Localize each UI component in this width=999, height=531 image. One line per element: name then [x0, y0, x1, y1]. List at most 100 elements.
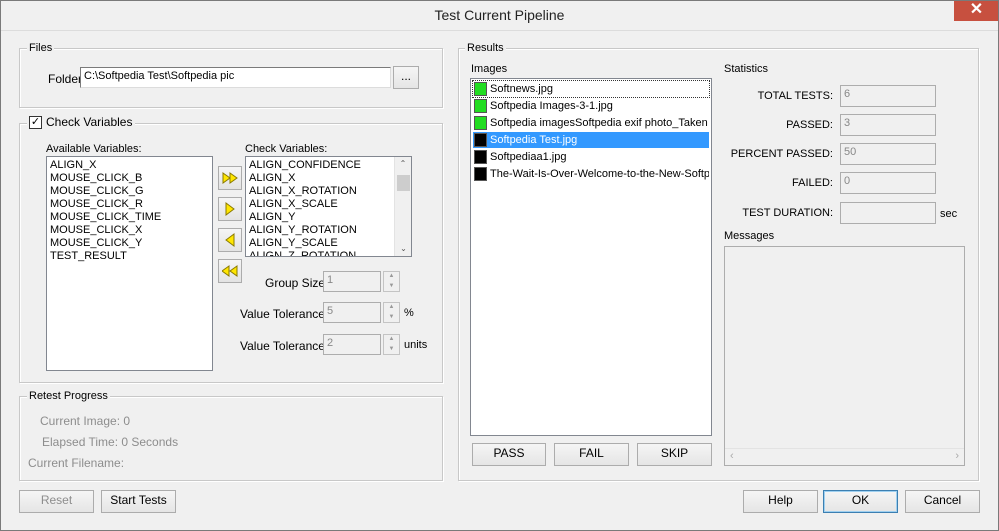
image-list-item[interactable]: Softnews.jpg [472, 80, 710, 98]
messages-hscrollbar[interactable]: ‹ › [725, 448, 964, 465]
start-tests-button[interactable]: Start Tests [101, 490, 176, 513]
scroll-left-arrow-icon[interactable]: ‹ [730, 450, 734, 462]
fail-button[interactable]: FAIL [554, 443, 629, 466]
tolerance-units-spinner[interactable]: ▲ ▼ [383, 334, 400, 355]
check-variable-item[interactable]: ALIGN_X [246, 172, 394, 185]
elapsed-time-status: Elapsed Time: 0 Seconds [42, 435, 179, 449]
check-variable-item[interactable]: ALIGN_Z_ROTATION [246, 250, 394, 256]
image-name: Softpedia Images-3-1.jpg [490, 100, 613, 112]
images-label: Images [471, 63, 508, 75]
title-bar: Test Current Pipeline ✕ [0, 0, 999, 31]
total-tests-label: TOTAL TESTS: [757, 90, 833, 102]
failed-label: FAILED: [792, 177, 833, 189]
reset-button[interactable]: Reset [19, 490, 94, 513]
image-list-item[interactable]: The-Wait-Is-Over-Welcome-to-the-New-Soft… [473, 166, 709, 182]
available-variable-item[interactable]: MOUSE_CLICK_X [47, 224, 212, 237]
status-swatch-icon [474, 99, 487, 113]
image-name: The-Wait-Is-Over-Welcome-to-the-New-Soft… [490, 168, 709, 180]
percent-passed-label: PERCENT PASSED: [730, 148, 833, 160]
check-variables-list[interactable]: ALIGN_CONFIDENCE ALIGN_X ALIGN_X_ROTATION A… [245, 156, 412, 257]
image-name: Softpedia imagesSoftpedia exif photo_Tak… [490, 117, 709, 129]
close-button[interactable]: ✕ [954, 0, 999, 21]
skip-button[interactable]: SKIP [637, 443, 712, 466]
group-size-input[interactable]: 1 [323, 271, 381, 292]
available-variable-item[interactable]: TEST_RESULT [47, 250, 212, 263]
passed-label: PASSED: [786, 119, 833, 131]
check-variables-list-label: Check Variables: [245, 143, 328, 155]
check-variable-item[interactable]: ALIGN_Y_ROTATION [246, 224, 394, 237]
ok-button[interactable]: OK [823, 490, 898, 513]
group-size-spinner[interactable]: ▲ ▼ [383, 271, 400, 292]
scroll-down-arrow-icon[interactable]: ⌄ [395, 242, 411, 256]
image-list-item[interactable]: Softpedia Images-3-1.jpg [473, 98, 709, 114]
check-variable-item[interactable]: ALIGN_Y_SCALE [246, 237, 394, 250]
image-list-item[interactable]: Softpedia Test.jpg [473, 132, 709, 148]
help-button[interactable]: Help [743, 490, 818, 513]
group-size-label: Group Size [265, 276, 326, 290]
check-variable-item[interactable]: ALIGN_CONFIDENCE [246, 159, 394, 172]
folder-input-value: C:\Softpedia Test\Softpedia pic [84, 70, 235, 82]
remove-selected-button[interactable] [218, 228, 242, 252]
available-variables-label: Available Variables: [46, 143, 142, 155]
available-variable-item[interactable]: ALIGN_X [47, 159, 212, 172]
check-variable-item[interactable]: ALIGN_X_SCALE [246, 198, 394, 211]
scroll-right-arrow-icon[interactable]: › [955, 450, 959, 462]
status-swatch-icon [474, 150, 487, 164]
failed-value: 0 [840, 172, 936, 194]
total-tests-value: 6 [840, 85, 936, 107]
remove-all-button[interactable] [218, 259, 242, 283]
tolerance-units-input[interactable]: 2 [323, 334, 381, 355]
image-name: Softnews.jpg [490, 83, 553, 95]
browse-folder-button[interactable]: ... [393, 66, 419, 89]
pass-button[interactable]: PASS [472, 443, 546, 466]
tolerance-percent-unit: % [404, 307, 414, 319]
image-list-item[interactable]: Softpedia imagesSoftpedia exif photo_Tak… [473, 115, 709, 131]
check-variable-item[interactable]: ALIGN_Y [246, 211, 394, 224]
percent-passed-value: 50 [840, 143, 936, 165]
available-variable-item[interactable]: MOUSE_CLICK_Y [47, 237, 212, 250]
image-list-item[interactable]: Softpediaa1.jpg [473, 149, 709, 165]
left-arrow-icon [225, 233, 235, 247]
folder-label: Folder [48, 72, 83, 86]
status-swatch-icon [474, 116, 487, 130]
cancel-button[interactable]: Cancel [905, 490, 980, 513]
image-name: Softpediaa1.jpg [490, 151, 567, 163]
available-variable-item[interactable]: MOUSE_CLICK_G [47, 185, 212, 198]
right-arrow-icon [225, 202, 235, 216]
scroll-thumb[interactable] [397, 175, 410, 191]
tolerance-percent-label: Value Tolerance [240, 307, 325, 321]
retest-progress-label: Retest Progress [27, 390, 110, 403]
test-duration-label: TEST DURATION: [742, 207, 833, 219]
messages-box[interactable]: ‹ › [724, 246, 965, 466]
available-variable-item[interactable]: MOUSE_CLICK_TIME [47, 211, 212, 224]
add-selected-button[interactable] [218, 197, 242, 221]
available-variables-list[interactable]: ALIGN_X MOUSE_CLICK_B MOUSE_CLICK_G MOUSE_C… [46, 156, 213, 371]
statistics-label: Statistics [724, 63, 769, 75]
folder-input[interactable]: C:\Softpedia Test\Softpedia pic [80, 67, 391, 88]
check-variables-label: Check Variables [46, 115, 133, 129]
test-duration-unit: sec [940, 208, 958, 220]
results-group-label: Results [465, 42, 506, 55]
check-variables-checkbox[interactable]: ✓ [29, 116, 42, 129]
current-image-status: Current Image: 0 [40, 414, 131, 428]
tolerance-percent-input[interactable]: 5 [323, 302, 381, 323]
available-variable-item[interactable]: MOUSE_CLICK_R [47, 198, 212, 211]
available-variable-item[interactable]: MOUSE_CLICK_B [47, 172, 212, 185]
scroll-up-arrow-icon[interactable]: ⌃ [395, 157, 411, 171]
add-all-button[interactable] [218, 166, 242, 190]
double-left-arrow-icon [222, 265, 238, 277]
status-swatch-icon [474, 167, 487, 181]
check-variables-header: ✓ Check Variables [27, 115, 136, 129]
tolerance-units-label: Value Tolerance [240, 339, 325, 353]
test-duration-value [840, 202, 936, 224]
status-swatch-icon [474, 82, 487, 96]
image-name: Softpedia Test.jpg [490, 134, 578, 146]
tolerance-percent-spinner[interactable]: ▲ ▼ [383, 302, 400, 323]
check-variable-item[interactable]: ALIGN_X_ROTATION [246, 185, 394, 198]
double-right-arrow-icon [222, 172, 238, 184]
check-list-scrollbar[interactable]: ⌃ ⌄ [394, 157, 411, 256]
tolerance-units-unit: units [404, 339, 428, 351]
images-list[interactable]: Softnews.jpg Softpedia Images-3-1.jpg Soft… [470, 78, 712, 436]
passed-value: 3 [840, 114, 936, 136]
status-swatch-icon [474, 133, 487, 147]
